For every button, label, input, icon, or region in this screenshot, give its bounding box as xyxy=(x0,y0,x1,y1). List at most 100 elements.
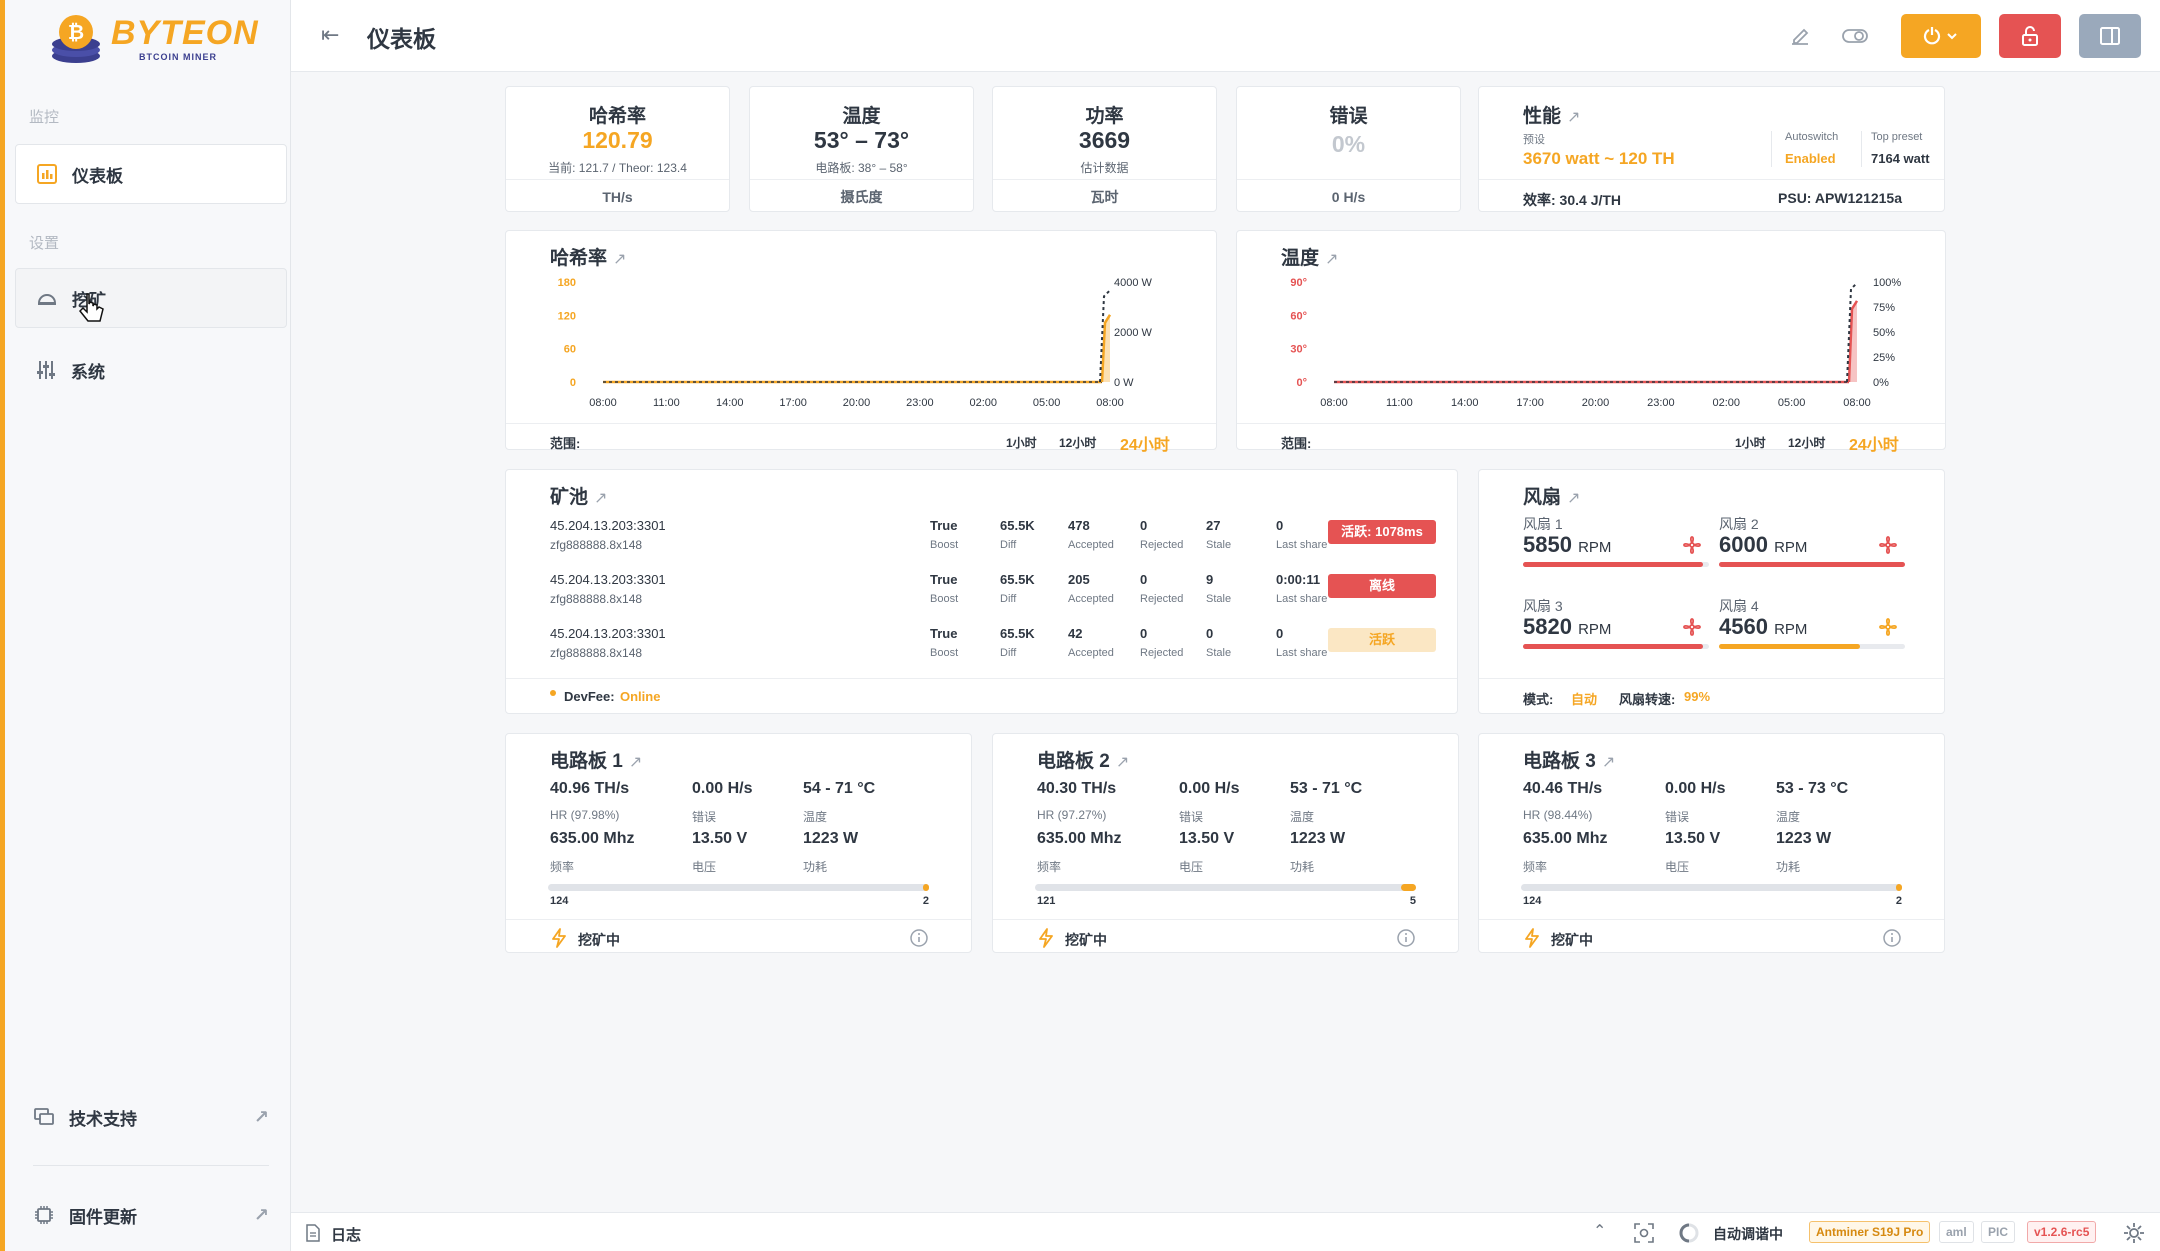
fan-rpm-value: 5850 xyxy=(1523,532,1572,557)
stat-title: 温度 xyxy=(842,106,881,127)
autotune-status: 自动调谐中 xyxy=(1713,1226,1783,1242)
x-tick: 05:00 xyxy=(1033,397,1061,409)
x-tick: 17:00 xyxy=(1516,397,1544,409)
panel-toggle-button[interactable] xyxy=(2079,14,2141,58)
pool-diff-value: 65.5K xyxy=(1000,518,1035,533)
board-hashrate: 40.30 TH/s xyxy=(1037,780,1117,797)
pool-rejected-label: Rejected xyxy=(1140,539,1184,551)
pool-accepted-label: Accepted xyxy=(1068,593,1114,605)
sidebar-item-dashboard[interactable]: 仪表板 xyxy=(15,144,287,204)
pool-last-share: 0 Last share xyxy=(1276,626,1327,659)
range-option-12h[interactable]: 12小时 xyxy=(1059,434,1096,451)
info-icon[interactable] xyxy=(1396,928,1416,948)
board-temp-label: 温度 xyxy=(1290,810,1315,824)
fan-rpm-unit: RPM xyxy=(1774,621,1808,638)
svg-text:₿: ₿ xyxy=(68,20,84,44)
pool-last-share: 0 Last share xyxy=(1276,518,1327,551)
sidebar-item-label: 仪表板 xyxy=(72,166,123,186)
brand-logo[interactable]: ₿ BYTEON BTCOIN MINER xyxy=(49,8,269,68)
pools-card: 矿池 ↗ 45.204.13.203:3301 zfg888888.8x148 Tr… xyxy=(505,469,1458,714)
sidebar-item-label: 固件更新 xyxy=(69,1207,137,1227)
brand-tagline: BTCOIN MINER xyxy=(139,52,217,62)
hand-cursor-icon xyxy=(78,293,104,322)
chevron-up-icon[interactable]: ⌃ xyxy=(1593,1221,1606,1241)
range-option-1h[interactable]: 1小时 xyxy=(1006,434,1037,451)
pool-diff-value: 65.5K xyxy=(1000,626,1035,641)
board-errors-label: 错误 xyxy=(692,810,717,824)
pool-user: zfg888888.8x148 xyxy=(550,592,643,606)
collapse-sidebar-icon[interactable]: ⇤ xyxy=(321,22,339,48)
section-label-monitor: 监控 xyxy=(29,109,60,126)
card-title[interactable]: 电路板 3 ↗ xyxy=(1523,746,1615,773)
fan-item: 风扇 1 5850 RPM xyxy=(1523,514,1709,574)
board-hr-percent: HR (97.27%) xyxy=(1037,808,1107,822)
temperature-chart: 0° 30° 60° 90° 0% 25% 50% 75% 100% 08:00 11:00 14:0… xyxy=(1290,277,1901,409)
edit-icon[interactable] xyxy=(1788,24,1812,48)
hashboard-card: 电路板 1 ↗ 40.96 TH/s HR (97.98%) 0.00 H/s 错… xyxy=(505,733,972,953)
board-temp: 53 - 73 °C xyxy=(1776,780,1849,797)
hashboard-card: 电路板 3 ↗ 40.46 TH/s HR (98.44%) 0.00 H/s 错… xyxy=(1478,733,1945,953)
board-temp-label: 温度 xyxy=(1776,810,1801,824)
power-icon xyxy=(1923,27,1957,45)
board-frequency: 635.00 Mhz xyxy=(550,830,635,847)
pool-last-share-label: Last share xyxy=(1276,539,1328,551)
pool-status-badge: 活跃: 1078ms xyxy=(1328,520,1436,544)
range-selector: 范围: 1小时 12小时 24小时 xyxy=(506,423,1216,457)
chip-health-bad-fill xyxy=(922,884,929,891)
sidebar-item-label: 系统 xyxy=(71,362,105,382)
range-option-24h[interactable]: 24小时 xyxy=(1120,431,1170,455)
pool-accepted: 478 Accepted xyxy=(1068,518,1114,551)
card-title[interactable]: 风扇 ↗ xyxy=(1523,482,1580,509)
board-hr-percent: HR (97.98%) xyxy=(550,808,620,822)
fan-rpm: 6000 RPM xyxy=(1719,532,1807,558)
stat-title: 哈希率 xyxy=(588,106,646,127)
sidebar-item-mining[interactable]: 挖矿 xyxy=(15,268,287,328)
stat-unit: TH/s xyxy=(506,179,729,213)
card-title[interactable]: 电路板 1 ↗ xyxy=(550,746,642,773)
fan-speed-bar xyxy=(1719,562,1905,567)
log-label[interactable]: 日志 xyxy=(331,1224,361,1245)
info-icon[interactable] xyxy=(909,928,929,948)
board-power-label: 功耗 xyxy=(1290,860,1315,874)
sidebar-item-support[interactable]: 技术支持 ↗ xyxy=(33,1100,269,1134)
card-title[interactable]: 矿池 ↗ xyxy=(550,482,607,509)
board-errors: 0.00 H/s xyxy=(1665,780,1726,797)
fan-speed-fill xyxy=(1523,644,1704,649)
sidebar-item-firmware[interactable]: 固件更新 ↗ xyxy=(33,1198,269,1232)
scan-icon[interactable] xyxy=(1633,1222,1655,1244)
pool-stale: 0 Stale xyxy=(1206,626,1231,659)
pool-rejected-value: 0 xyxy=(1140,626,1148,641)
preset-label: 预设 xyxy=(1523,134,1545,146)
pool-status-badge: 活跃 xyxy=(1328,628,1436,652)
pic-badge: PIC xyxy=(1981,1221,2016,1243)
settings-gear-icon[interactable] xyxy=(2123,1222,2145,1244)
side-panel-icon xyxy=(2100,27,2120,45)
pool-boost: True Boost xyxy=(930,626,958,659)
pool-boost-label: Boost xyxy=(930,593,959,605)
fan-rpm-value: 4560 xyxy=(1719,614,1768,639)
card-title[interactable]: 性能 ↗ xyxy=(1523,101,1580,128)
pool-row[interactable]: 45.204.13.203:3301 zfg888888.8x148 True Bo… xyxy=(550,626,1436,672)
status-bar: 日志 ⌃ 自动调谐中 Antminer S19J Pro aml PIC v1.… xyxy=(291,1212,2160,1251)
range-option-12h[interactable]: 12小时 xyxy=(1788,434,1825,451)
range-option-1h[interactable]: 1小时 xyxy=(1735,434,1766,451)
pool-accepted-value: 205 xyxy=(1068,572,1090,587)
range-option-24h[interactable]: 24小时 xyxy=(1849,431,1899,455)
sidebar-item-system[interactable]: 系统 xyxy=(15,340,287,400)
fan-icon xyxy=(1879,618,1897,636)
info-icon[interactable] xyxy=(1882,928,1902,948)
sliders-icon xyxy=(37,361,55,379)
pool-row[interactable]: 45.204.13.203:3301 zfg888888.8x148 True Bo… xyxy=(550,572,1436,618)
lock-button[interactable] xyxy=(1999,14,2061,58)
version-badge: v1.2.6-rc5 xyxy=(2027,1221,2097,1243)
board-voltage: 13.50 V xyxy=(1179,830,1235,847)
fan-speed-bar xyxy=(1523,644,1709,649)
card-title-text: 矿池 xyxy=(550,487,589,508)
toggle-icon[interactable] xyxy=(1841,24,1869,48)
card-title[interactable]: 电路板 2 ↗ xyxy=(1037,746,1129,773)
pool-row[interactable]: 45.204.13.203:3301 zfg888888.8x148 True Bo… xyxy=(550,518,1436,564)
board-voltage-label: 电压 xyxy=(1179,860,1204,874)
board-voltage: 13.50 V xyxy=(1665,830,1721,847)
pool-last-share-label: Last share xyxy=(1276,647,1328,659)
power-menu-button[interactable] xyxy=(1901,14,1981,58)
